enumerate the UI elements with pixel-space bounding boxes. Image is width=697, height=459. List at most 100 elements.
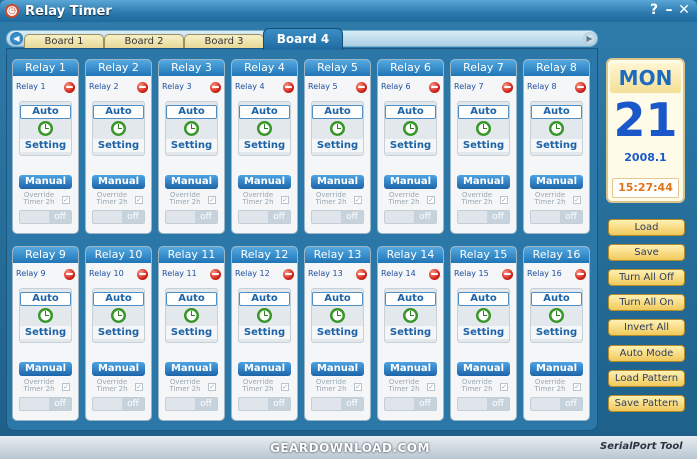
alarm-clock-icon[interactable] — [38, 308, 53, 323]
override-checkbox[interactable]: ✓ — [573, 383, 581, 391]
manual-button[interactable]: Manual — [92, 175, 145, 189]
setting-button[interactable]: Setting — [93, 326, 144, 339]
override-checkbox[interactable]: ✓ — [500, 196, 508, 204]
alarm-clock-icon[interactable] — [38, 121, 53, 136]
relay-state-icon[interactable] — [64, 269, 75, 280]
manual-button[interactable]: Manual — [457, 175, 510, 189]
relay-state-icon[interactable] — [429, 269, 440, 280]
close-button[interactable]: ✕ — [675, 2, 693, 18]
setting-button[interactable]: Setting — [166, 326, 217, 339]
on-off-toggle[interactable]: off — [92, 210, 145, 224]
alarm-clock-icon[interactable] — [184, 121, 199, 136]
manual-button[interactable]: Manual — [384, 362, 437, 376]
alarm-clock-icon[interactable] — [184, 308, 199, 323]
auto-button[interactable]: Auto — [20, 292, 71, 306]
override-checkbox[interactable]: ✓ — [62, 196, 70, 204]
override-checkbox[interactable]: ✓ — [62, 383, 70, 391]
setting-button[interactable]: Setting — [458, 326, 509, 339]
relay-state-icon[interactable] — [210, 82, 221, 93]
manual-button[interactable]: Manual — [384, 175, 437, 189]
load-button[interactable]: Load — [608, 219, 685, 236]
alarm-clock-icon[interactable] — [330, 308, 345, 323]
relay-state-icon[interactable] — [356, 82, 367, 93]
setting-button[interactable]: Setting — [458, 139, 509, 152]
on-off-toggle[interactable]: off — [457, 397, 510, 411]
manual-button[interactable]: Manual — [19, 362, 72, 376]
turn-all-off-button[interactable]: Turn All Off — [608, 269, 685, 286]
tab-board-3[interactable]: Board 3 — [184, 34, 264, 48]
tab-board-2[interactable]: Board 2 — [104, 34, 184, 48]
manual-button[interactable]: Manual — [165, 175, 218, 189]
override-checkbox[interactable]: ✓ — [500, 383, 508, 391]
save-pattern-button[interactable]: Save Pattern — [608, 395, 685, 412]
auto-button[interactable]: Auto — [312, 105, 363, 119]
tab-scroll-right-icon[interactable]: ▶ — [583, 32, 596, 45]
setting-button[interactable]: Setting — [93, 139, 144, 152]
on-off-toggle[interactable]: off — [311, 210, 364, 224]
override-checkbox[interactable]: ✓ — [135, 383, 143, 391]
auto-button[interactable]: Auto — [458, 292, 509, 306]
setting-button[interactable]: Setting — [20, 326, 71, 339]
override-checkbox[interactable]: ✓ — [135, 196, 143, 204]
relay-state-icon[interactable] — [502, 269, 513, 280]
on-off-toggle[interactable]: off — [92, 397, 145, 411]
auto-mode-button[interactable]: Auto Mode — [608, 345, 685, 362]
save-button[interactable]: Save — [608, 244, 685, 261]
relay-state-icon[interactable] — [429, 82, 440, 93]
setting-button[interactable]: Setting — [531, 139, 582, 152]
manual-button[interactable]: Manual — [311, 175, 364, 189]
on-off-toggle[interactable]: off — [165, 397, 218, 411]
alarm-clock-icon[interactable] — [111, 121, 126, 136]
relay-state-icon[interactable] — [137, 82, 148, 93]
relay-state-icon[interactable] — [502, 82, 513, 93]
override-checkbox[interactable]: ✓ — [281, 383, 289, 391]
on-off-toggle[interactable]: off — [384, 210, 437, 224]
setting-button[interactable]: Setting — [531, 326, 582, 339]
on-off-toggle[interactable]: off — [384, 397, 437, 411]
relay-state-icon[interactable] — [283, 269, 294, 280]
relay-state-icon[interactable] — [575, 269, 586, 280]
on-off-toggle[interactable]: off — [19, 397, 72, 411]
auto-button[interactable]: Auto — [385, 105, 436, 119]
override-checkbox[interactable]: ✓ — [208, 383, 216, 391]
setting-button[interactable]: Setting — [385, 139, 436, 152]
auto-button[interactable]: Auto — [166, 292, 217, 306]
title-bar[interactable]: ◷ Relay Timer ? – ✕ — [0, 0, 697, 22]
override-checkbox[interactable]: ✓ — [208, 196, 216, 204]
auto-button[interactable]: Auto — [166, 105, 217, 119]
tab-scroll-left-icon[interactable]: ◀ — [10, 32, 23, 45]
manual-button[interactable]: Manual — [311, 362, 364, 376]
relay-state-icon[interactable] — [64, 82, 75, 93]
alarm-clock-icon[interactable] — [111, 308, 126, 323]
auto-button[interactable]: Auto — [239, 292, 290, 306]
setting-button[interactable]: Setting — [20, 139, 71, 152]
manual-button[interactable]: Manual — [530, 175, 583, 189]
tab-board-1[interactable]: Board 1 — [24, 34, 104, 48]
auto-button[interactable]: Auto — [531, 292, 582, 306]
setting-button[interactable]: Setting — [312, 139, 363, 152]
override-checkbox[interactable]: ✓ — [427, 196, 435, 204]
on-off-toggle[interactable]: off — [165, 210, 218, 224]
manual-button[interactable]: Manual — [238, 362, 291, 376]
manual-button[interactable]: Manual — [238, 175, 291, 189]
tab-board-4[interactable]: Board 4 — [263, 28, 343, 50]
on-off-toggle[interactable]: off — [530, 210, 583, 224]
manual-button[interactable]: Manual — [92, 362, 145, 376]
auto-button[interactable]: Auto — [93, 105, 144, 119]
alarm-clock-icon[interactable] — [549, 308, 564, 323]
relay-state-icon[interactable] — [137, 269, 148, 280]
alarm-clock-icon[interactable] — [257, 308, 272, 323]
invert-all-button[interactable]: Invert All — [608, 319, 685, 336]
setting-button[interactable]: Setting — [385, 326, 436, 339]
manual-button[interactable]: Manual — [165, 362, 218, 376]
setting-button[interactable]: Setting — [239, 139, 290, 152]
alarm-clock-icon[interactable] — [403, 121, 418, 136]
relay-state-icon[interactable] — [210, 269, 221, 280]
auto-button[interactable]: Auto — [531, 105, 582, 119]
auto-button[interactable]: Auto — [458, 105, 509, 119]
alarm-clock-icon[interactable] — [403, 308, 418, 323]
on-off-toggle[interactable]: off — [530, 397, 583, 411]
override-checkbox[interactable]: ✓ — [427, 383, 435, 391]
auto-button[interactable]: Auto — [385, 292, 436, 306]
alarm-clock-icon[interactable] — [476, 308, 491, 323]
